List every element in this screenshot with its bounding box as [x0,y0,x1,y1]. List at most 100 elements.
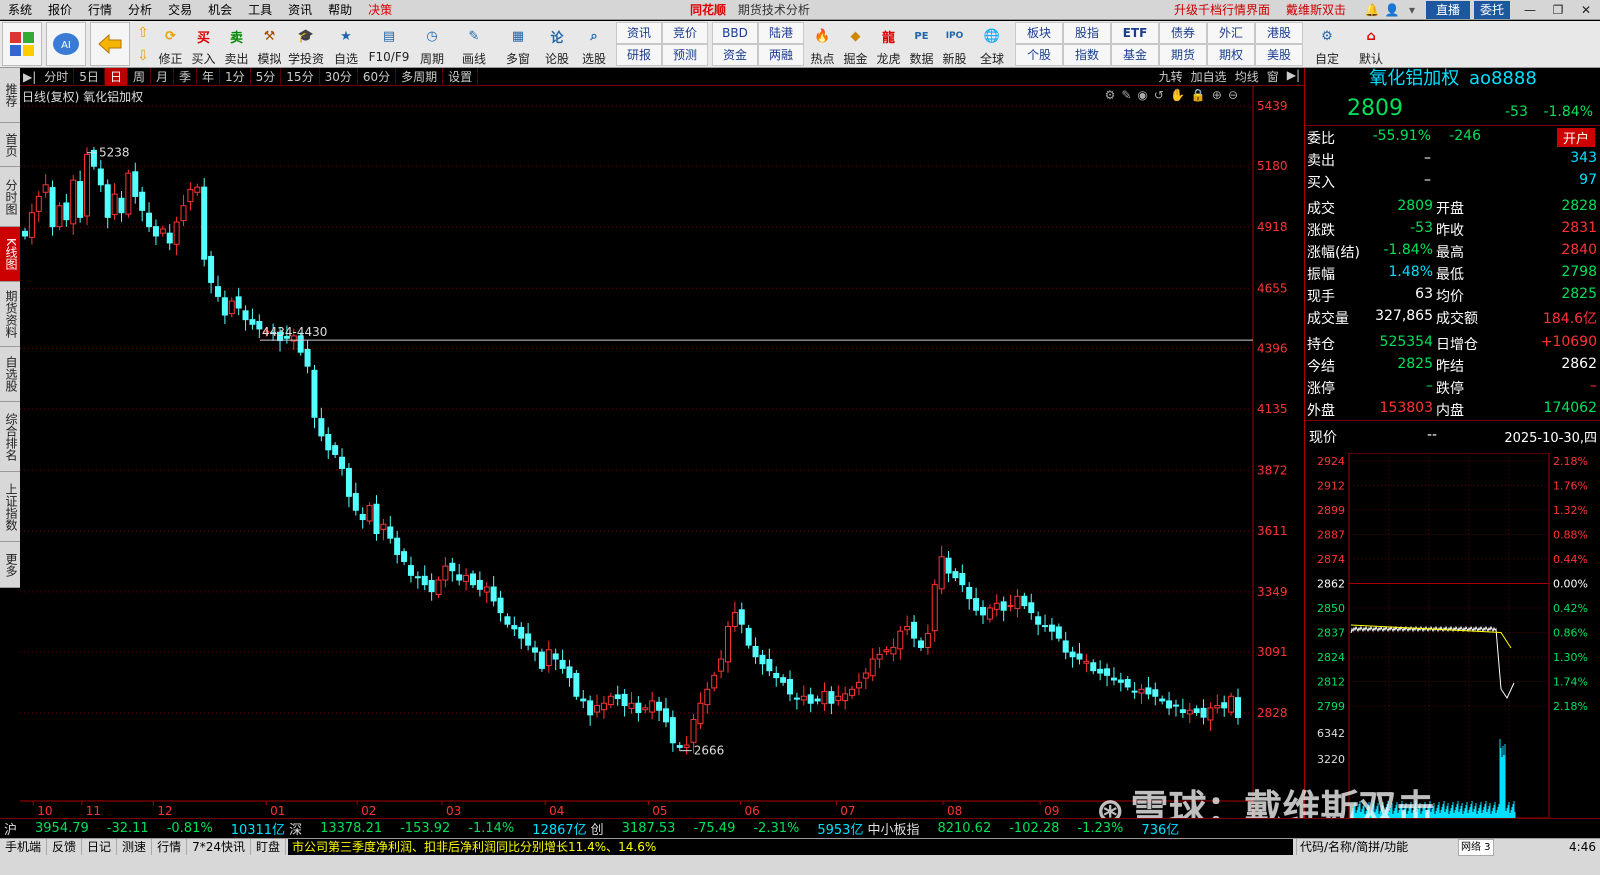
options-button[interactable]: 期权 [1207,44,1255,66]
user-icon[interactable]: 👤 [1382,3,1402,17]
dragon-button[interactable]: 龍龙虎 [872,21,905,68]
us-stock-button[interactable]: 美股 [1255,44,1303,66]
menu-item-info[interactable]: 资讯 [280,0,320,20]
candle-body [1235,697,1241,718]
open-account-button[interactable]: 开户 [1556,128,1595,147]
bottom-item[interactable]: 盯盘 [251,839,286,855]
username[interactable]: 戴维斯双击 [1286,0,1346,20]
index-futures-button[interactable]: 股指 [1063,22,1111,44]
fund-button[interactable]: 基金 [1111,44,1159,66]
bbd-button[interactable]: BBD [712,22,758,44]
nav-home[interactable]: 首页 [0,123,20,167]
data-button[interactable]: PE 数据 [905,21,938,68]
default-button[interactable]: ⌂ 默认 [1349,21,1393,68]
menu-item-trade[interactable]: 交易 [160,0,200,20]
bond-button[interactable]: 债券 [1159,22,1207,44]
nav-recommend[interactable]: 推荐 [0,68,20,123]
menu-item-decision[interactable]: 决策 [360,0,400,20]
bell-icon[interactable]: 🔔 [1362,3,1382,17]
news-ticker[interactable]: 市公司第三季度净利润、扣非后净利润同比分别增长11.4%、14.6% [288,839,1293,855]
candle-body [1228,695,1235,713]
hotspot-button[interactable]: 🔥 热点 [806,21,839,68]
index-name[interactable]: 创 [591,819,604,838]
buy-button[interactable]: 买买入 [187,21,220,68]
nav-sh-index[interactable]: 上证指数 [0,472,20,542]
simulate-button[interactable]: ⚒ 模拟 [253,21,286,68]
live-button[interactable]: 直播 [1425,1,1470,19]
f10-button[interactable]: ▤ F10/F9 [366,21,412,68]
ai-button[interactable]: AI [46,22,86,66]
bottom-item[interactable]: 测速 [117,839,153,855]
index-name[interactable]: 沪 [4,819,17,838]
quote-cell: 日增仓 [1436,337,1478,353]
graduation-cap-icon: 🎓 [297,28,315,44]
sector-button[interactable]: 板块 [1015,22,1063,44]
quote-cell: 2862 [1561,356,1597,372]
candle-body [938,556,945,590]
order-button[interactable]: 委托 [1473,1,1510,19]
bottom-item[interactable]: 日记 [82,839,118,855]
stock-button[interactable]: 个股 [1015,44,1063,66]
menu-item-system[interactable]: 系统 [0,0,40,20]
arrow-down-icon[interactable]: ⇩ [137,48,149,64]
sell-button[interactable]: 卖卖出 [220,21,253,68]
dig-button[interactable]: ◆ 掘金 [839,21,872,68]
upgrade-link[interactable]: 升级千档行情界面 [1174,0,1270,20]
bottom-item[interactable]: 反馈 [47,839,83,855]
margin-button[interactable]: 两融 [758,44,804,66]
custom-button[interactable]: ⚙ 自定 [1305,21,1349,68]
back-button[interactable] [90,22,130,66]
minimize-icon[interactable]: — [1516,3,1544,17]
menu-item-market[interactable]: 行情 [80,0,120,20]
menu-item-quote[interactable]: 报价 [40,0,80,20]
fix-button[interactable]: ⟳ 修正 [154,21,187,68]
forex-button[interactable]: 外汇 [1207,22,1255,44]
nav-timeshare[interactable]: 分时图 [0,167,20,227]
menu-item-help[interactable]: 帮助 [320,0,360,20]
index-name[interactable]: 中小板指 [867,819,919,838]
bottom-item[interactable]: 行情 [152,839,188,855]
hk-stock-button[interactable]: 港股 [1255,22,1303,44]
capital-button[interactable]: 资金 [712,44,758,66]
nav-watchlist[interactable]: 自选股 [0,347,20,402]
candle-body [201,186,208,260]
chevron-down-icon[interactable]: ▾ [1402,3,1422,17]
multiwindow-button[interactable]: ▦ 多窗 [496,21,540,68]
screener-button[interactable]: ⌕ 选股 [574,21,614,68]
price-tick: 3091 [1257,645,1288,659]
index-button[interactable]: 指数 [1063,44,1111,66]
learn-button[interactable]: 🎓 学投资 [286,21,326,68]
menu-item-opportunity[interactable]: 机会 [200,0,240,20]
bottom-item[interactable]: 手机端 [0,839,48,855]
ipo-button[interactable]: IPO 新股 [938,21,971,68]
nav-more[interactable]: 更多 [0,542,20,588]
close-icon[interactable]: ✕ [1572,3,1600,17]
watchlist-button[interactable]: ★ 自选 [326,21,366,68]
auction-button[interactable]: 竞价 [662,22,708,44]
candle-body [532,647,539,653]
nav-kline[interactable]: K线图 [0,227,20,282]
menu-item-analysis[interactable]: 分析 [120,0,160,20]
period-button[interactable]: ◷ 周期 [412,21,452,68]
global-button[interactable]: 🌐 全球 [971,21,1013,68]
research-button[interactable]: 研报 [616,44,662,66]
forum-button[interactable]: 论论股 [540,21,574,68]
draw-button[interactable]: ✎ 画线 [452,21,496,68]
search-box[interactable]: 代码/名称/简拼/功能 [1296,839,1456,855]
bottom-item[interactable]: 7*24快讯 [187,839,251,855]
arrow-up-icon[interactable]: ⇧ [137,25,149,41]
hk-connect-button[interactable]: 陆港 [758,22,804,44]
layout-button[interactable] [2,22,42,66]
index-name[interactable]: 深 [289,819,302,838]
menu-item-tools[interactable]: 工具 [240,0,280,20]
futures-button[interactable]: 期货 [1159,44,1207,66]
nav-ranking[interactable]: 综合排名 [0,402,20,472]
nav-futures-info[interactable]: 期货资料 [0,282,20,347]
candle-body [84,154,91,217]
restore-icon[interactable]: ❐ [1544,3,1572,17]
etf-button[interactable]: ETF [1111,22,1159,44]
index-value: 8210.62 [937,821,992,836]
forecast-button[interactable]: 预测 [662,44,708,66]
home-icon: ⌂ [1366,28,1376,44]
news-button[interactable]: 资讯 [616,22,662,44]
